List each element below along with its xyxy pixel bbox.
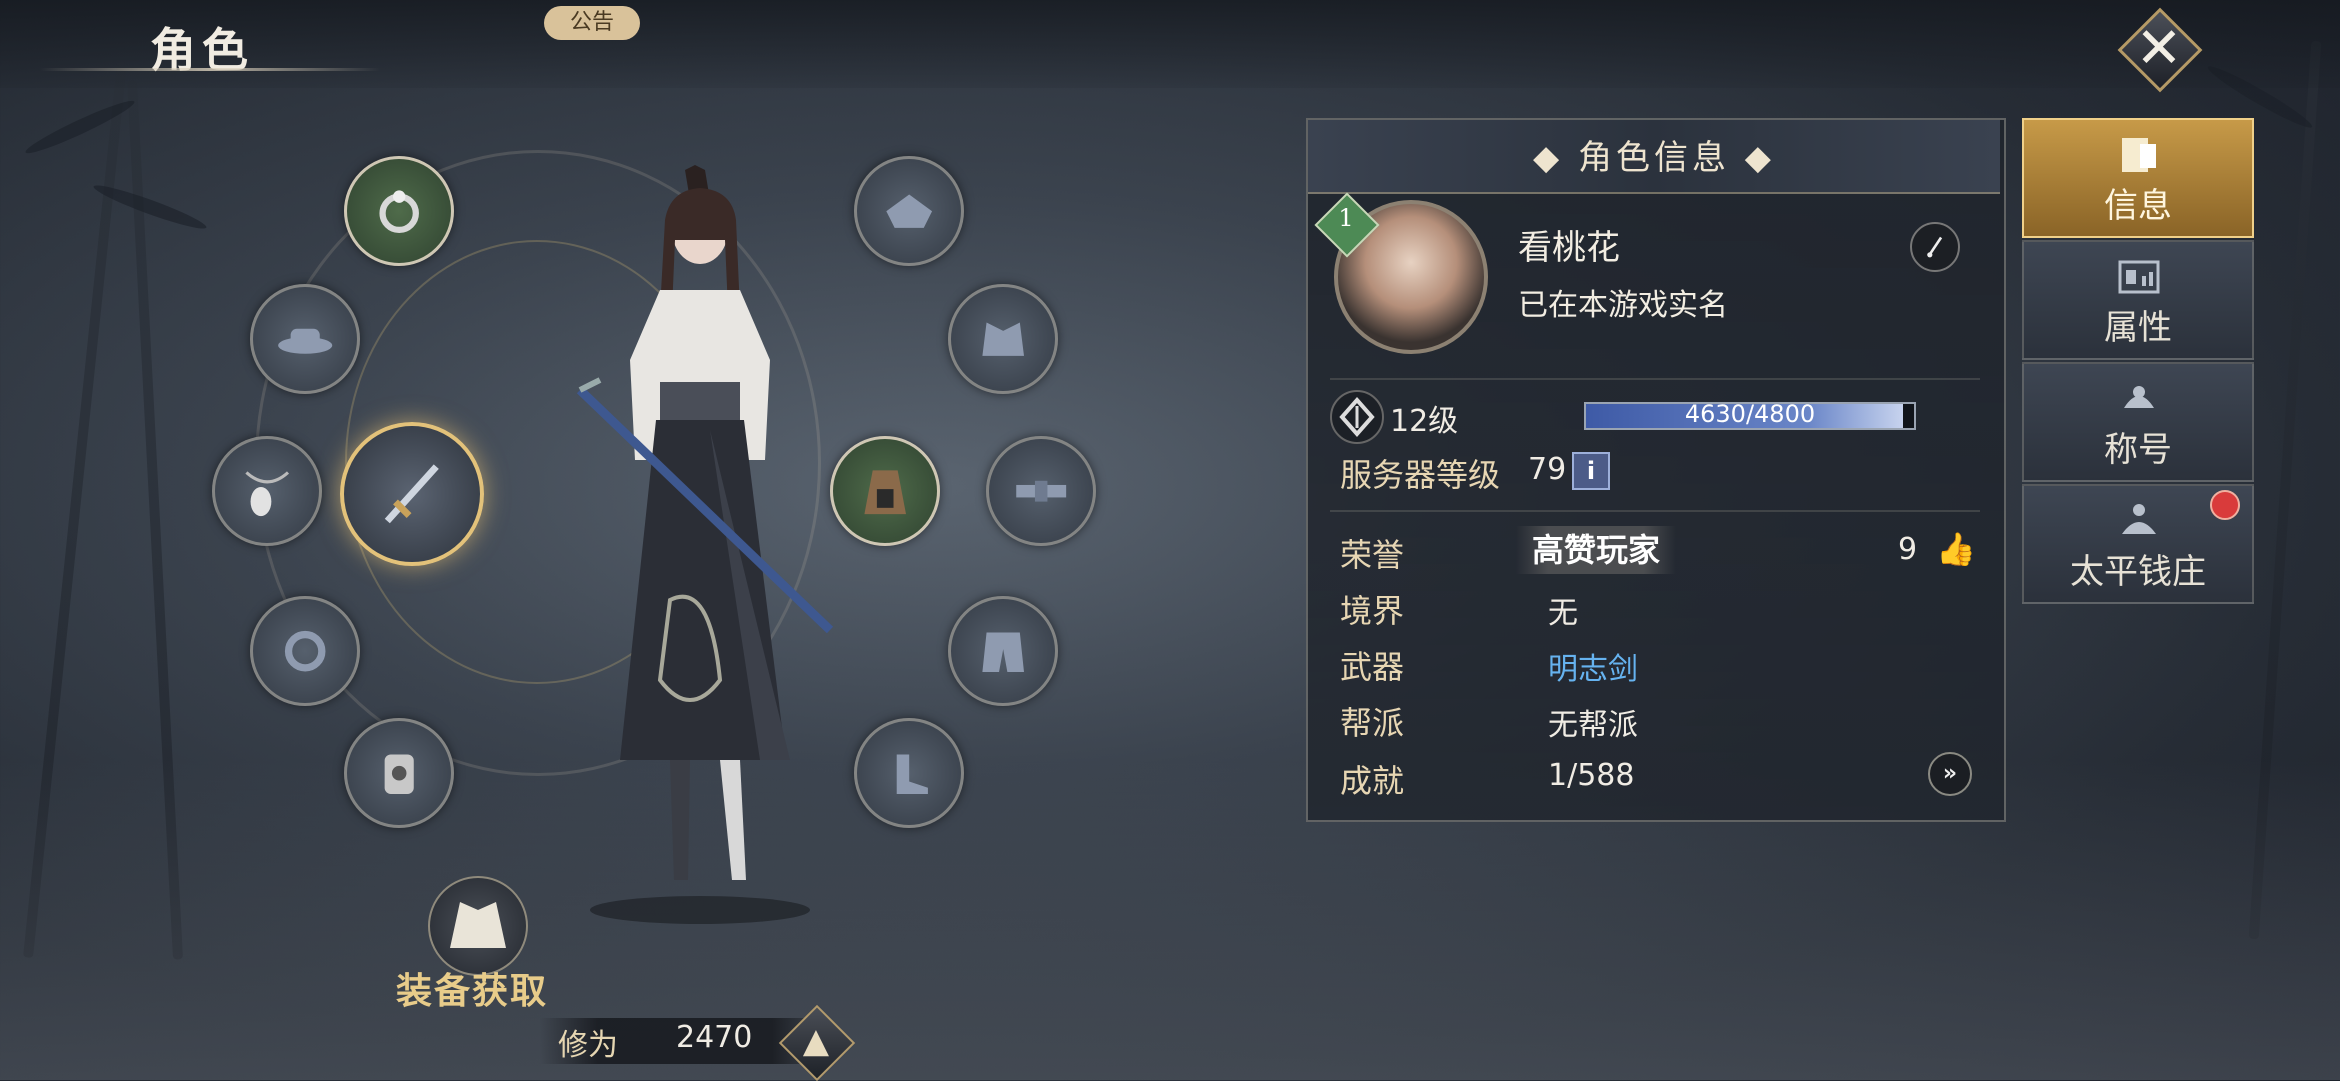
equip-slot-weapon[interactable]	[340, 422, 484, 566]
achievement-more-button[interactable]: »	[1928, 752, 1972, 796]
character-model[interactable]	[560, 160, 880, 930]
hat-icon	[253, 287, 357, 391]
top-bar	[0, 0, 2340, 88]
close-icon: ✕	[2135, 16, 2183, 81]
ring-icon	[347, 159, 451, 263]
tab-bank-label: 太平钱庄	[2070, 552, 2206, 592]
weapon-value[interactable]: 明志剑	[1548, 644, 1638, 688]
brush-icon	[1927, 236, 1943, 258]
character-name: 看桃花	[1518, 228, 1620, 268]
title-underline	[40, 68, 380, 71]
panel-title: ◆ 角色信息 ◆	[1533, 138, 1775, 178]
honor-tag[interactable]: 高赞玩家	[1516, 526, 1676, 574]
thumbs-up-icon[interactable]: 👍	[1936, 530, 1976, 568]
level-label: 12级	[1390, 404, 1459, 439]
equip-slot-talisman[interactable]	[344, 718, 454, 828]
equip-slot-pendant[interactable]	[212, 436, 322, 546]
info-icon[interactable]: i	[1572, 452, 1610, 490]
belt-icon	[989, 439, 1093, 543]
likes-count: 9	[1898, 532, 1918, 567]
level-badge-number: 1	[1338, 204, 1354, 232]
sword-icon	[344, 426, 480, 562]
xp-text: 4630/4800	[1684, 400, 1816, 428]
up-arrow-icon: ▲	[802, 1021, 830, 1061]
tab-titles[interactable]: 称号	[2022, 362, 2254, 482]
equip-slot-belt[interactable]	[986, 436, 1096, 546]
real-name-status: 已在本游戏实名	[1518, 288, 1728, 323]
bank-icon	[2122, 504, 2156, 534]
achievement-value: 1/588	[1548, 758, 1635, 793]
honor-label: 荣誉	[1340, 536, 1405, 574]
equip-slot-bracelet[interactable]	[250, 596, 360, 706]
cultivation-value: 2470	[676, 1020, 753, 1055]
tab-attributes-label: 属性	[2104, 308, 2172, 348]
realm-value: 无	[1548, 596, 1578, 631]
equipment-acquire-label[interactable]: 装备获取	[396, 962, 548, 1014]
cultivation-label: 修为	[558, 1028, 618, 1063]
pants-icon	[951, 599, 1055, 703]
tab-attributes[interactable]: 属性	[2022, 240, 2254, 360]
level-icon	[1330, 390, 1384, 444]
guild-value: 无帮派	[1548, 708, 1638, 743]
close-button[interactable]: ✕	[2117, 7, 2203, 93]
tab-info-label: 信息	[2104, 186, 2172, 226]
tab-info[interactable]: 信息	[2022, 118, 2254, 238]
equipment-acquire-button[interactable]	[428, 876, 528, 976]
equip-slot-pants[interactable]	[948, 596, 1058, 706]
server-level-label: 服务器等级	[1340, 456, 1501, 494]
pendant-icon	[215, 439, 319, 543]
bracelet-icon	[253, 599, 357, 703]
notice-button[interactable]: 公告	[544, 6, 640, 40]
info-card-icon	[2122, 138, 2156, 172]
equip-slot-ring[interactable]	[344, 156, 454, 266]
realm-label: 境界	[1340, 592, 1405, 630]
talisman-icon	[347, 721, 451, 825]
equip-slot-hat[interactable]	[250, 284, 360, 394]
edit-name-button[interactable]	[1910, 222, 1960, 272]
equip-slot-armor[interactable]	[948, 284, 1058, 394]
divider	[1330, 378, 1980, 380]
weapon-label: 武器	[1340, 648, 1405, 686]
server-level-value: 79	[1528, 452, 1567, 487]
achievement-label: 成就	[1340, 762, 1405, 800]
title-scroll-icon	[2124, 386, 2154, 408]
armor-icon	[951, 287, 1055, 391]
notification-dot	[2210, 490, 2240, 520]
tab-titles-label: 称号	[2104, 430, 2172, 470]
robe-icon	[450, 902, 506, 948]
divider	[1330, 510, 1980, 512]
stats-icon	[2118, 260, 2160, 294]
guild-label: 帮派	[1340, 704, 1405, 742]
